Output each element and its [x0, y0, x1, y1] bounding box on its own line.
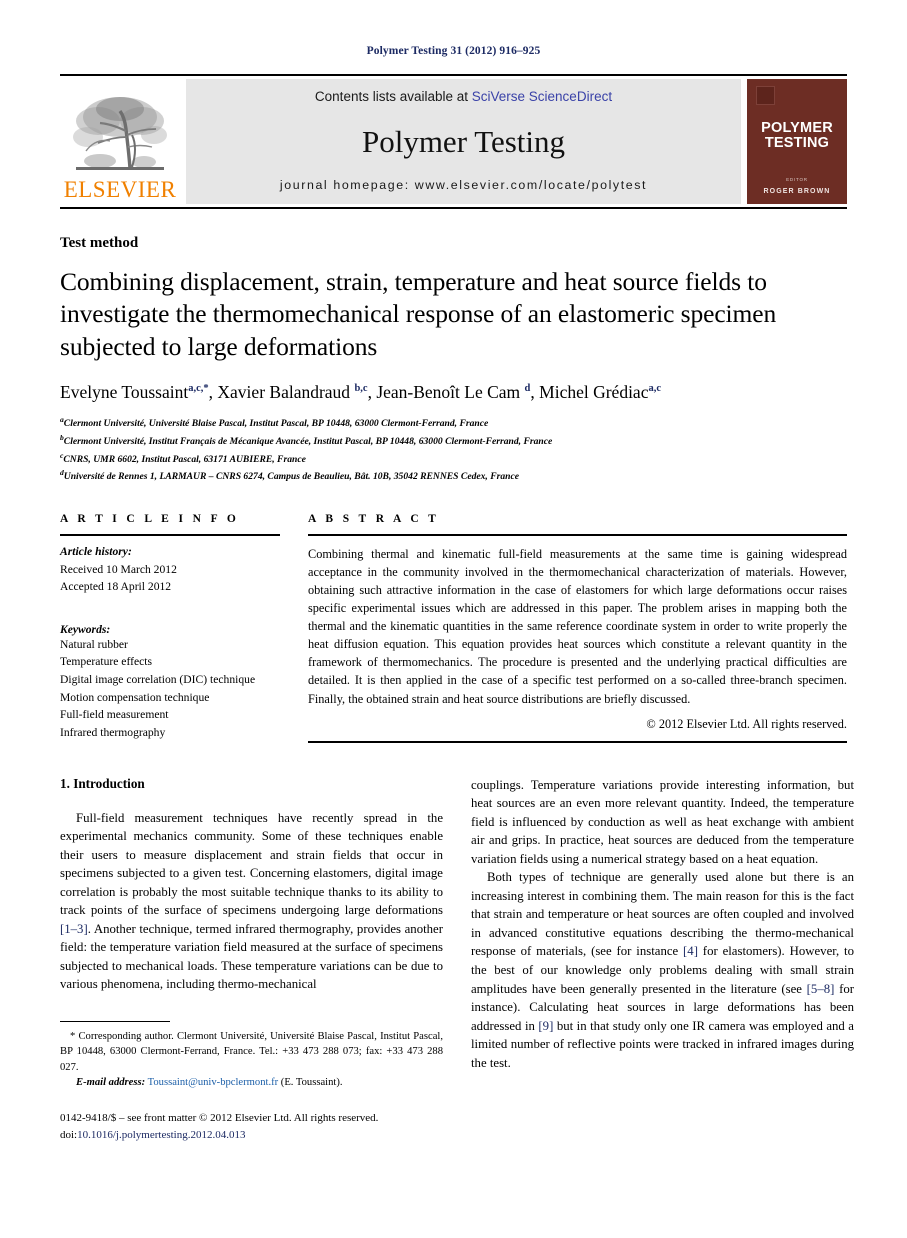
affiliation-text: Université de Rennes 1, LARMAUR – CNRS 6…	[63, 471, 520, 483]
email-suffix: (E. Toussaint).	[278, 1077, 343, 1089]
abstract-column: A B S T R A C T Combining thermal and ki…	[308, 513, 847, 743]
imprint-front-matter: 0142-9418/$ – see front matter © 2012 El…	[60, 1112, 379, 1125]
elsevier-logo: ELSEVIER	[60, 76, 180, 207]
elsevier-wordmark: ELSEVIER	[63, 177, 177, 202]
abstract-rule-top	[308, 534, 847, 536]
affiliation-text: Clermont Université, Université Blaise P…	[63, 418, 489, 430]
citation-ref-5-8[interactable]: [5–8]	[807, 982, 835, 996]
footnote-separator	[60, 1021, 170, 1023]
abstract-rule-bottom	[308, 740, 847, 743]
contents-list-prefix: Contents lists available at	[314, 89, 472, 104]
journal-cover-image: POLYMER TESTING EDITOR ROGER BROWN	[747, 79, 847, 204]
body-column-right: couplings. Temperature variations provid…	[471, 776, 854, 1144]
article-info-column: A R T I C L E I N F O Article history: R…	[60, 513, 308, 743]
citation-ref-1-3[interactable]: [1–3]	[60, 922, 88, 936]
info-abstract-region: A R T I C L E I N F O Article history: R…	[60, 513, 847, 743]
intro-text-part1: Full-field measurement techniques have r…	[60, 810, 443, 918]
imprint-block: 0142-9418/$ – see front matter © 2012 El…	[60, 1110, 443, 1143]
keywords-block: Keywords: Natural rubber Temperature eff…	[60, 623, 280, 742]
email-note: E-mail address: Toussaint@univ-bpclermon…	[60, 1075, 443, 1090]
intro-text-part2: . Another technique, termed infrared the…	[60, 921, 443, 992]
doi-label: doi:	[60, 1128, 78, 1141]
article-history-item: Accepted 18 April 2012	[60, 580, 172, 594]
keyword-item: Temperature effects	[60, 655, 152, 669]
keywords-list: Natural rubber Temperature effects Digit…	[60, 636, 280, 742]
imprint-doi-line: doi:10.1016/j.polymertesting.2012.04.013	[60, 1127, 443, 1144]
keyword-item: Digital image correlation (DIC) techniqu…	[60, 673, 256, 687]
abstract-copyright: © 2012 Elsevier Ltd. All rights reserved…	[646, 716, 847, 731]
body-columns: 1. Introduction Full-field measurement t…	[60, 776, 854, 1144]
cover-title: POLYMER TESTING	[761, 121, 833, 151]
article-history-item: Received 10 March 2012	[60, 562, 177, 576]
corresponding-author-note: * Corresponding author. Clermont Univers…	[60, 1031, 443, 1073]
citation-ref-4[interactable]: [4]	[683, 944, 698, 958]
cover-title-line2: TESTING	[764, 134, 830, 151]
keywords-label: Keywords:	[60, 622, 111, 636]
running-head: Polymer Testing 31 (2012) 916–925	[366, 45, 541, 57]
keyword-item: Infrared thermography	[60, 725, 166, 739]
page-title: Combining displacement, strain, temperat…	[60, 267, 777, 361]
body-column-left: 1. Introduction Full-field measurement t…	[60, 776, 443, 1144]
keyword-item: Natural rubber	[60, 637, 128, 651]
journal-homepage-line[interactable]: journal homepage: www.elsevier.com/locat…	[280, 178, 647, 192]
affiliation-item: dUniversité de Rennes 1, LARMAUR – CNRS …	[60, 467, 847, 485]
affiliation-item: cCNRS, UMR 6602, Institut Pascal, 63171 …	[60, 450, 847, 468]
article-page: Polymer Testing 31 (2012) 916–925 ELSEVI…	[0, 0, 907, 1238]
email-link[interactable]: Toussaint@univ-bpclermont.fr	[148, 1077, 279, 1088]
affiliation-item: aClermont Université, Université Blaise …	[60, 414, 847, 432]
doi-link[interactable]: 10.1016/j.polymertesting.2012.04.013	[77, 1129, 245, 1141]
section-heading-introduction: 1. Introduction	[60, 775, 145, 791]
footnote-block: * Corresponding author. Clermont Univers…	[60, 1029, 443, 1090]
cover-editor-name: ROGER BROWN	[763, 187, 831, 195]
affiliation-text: Clermont Université, Institut Français d…	[63, 436, 553, 448]
contents-list-line: Contents lists available at SciVerse Sci…	[315, 89, 612, 104]
affiliation-item: bClermont Université, Institut Français …	[60, 432, 847, 450]
sciencedirect-link[interactable]: SciVerse ScienceDirect	[472, 89, 612, 104]
elsevier-tree-icon	[70, 91, 170, 177]
intro-paragraph-right-2: Both types of technique are generally us…	[471, 868, 854, 1072]
intro-paragraph-left: Full-field measurement techniques have r…	[60, 809, 443, 994]
keyword-item: Full-field measurement	[60, 708, 169, 722]
article-history: Article history: Received 10 March 2012 …	[60, 543, 280, 596]
citation-ref-9[interactable]: [9]	[538, 1019, 553, 1033]
journal-title: Polymer Testing	[361, 123, 566, 159]
sciencedirect-banner: Contents lists available at SciVerse Sci…	[186, 79, 741, 204]
author-list: Evelyne Toussainta,c,*, Xavier Balandrau…	[60, 382, 662, 403]
affiliation-text: CNRS, UMR 6602, Institut Pascal, 63171 A…	[63, 453, 306, 465]
intro-paragraph-right-1: couplings. Temperature variations provid…	[471, 777, 854, 866]
article-type: Test method	[60, 235, 139, 251]
cover-title-line1: POLYMER	[761, 120, 833, 136]
affiliation-list: aClermont Université, Université Blaise …	[60, 414, 847, 485]
article-info-heading: A R T I C L E I N F O	[60, 513, 240, 525]
article-info-rule	[60, 534, 280, 536]
email-label: E-mail address:	[76, 1077, 146, 1089]
journal-masthead: ELSEVIER Contents lists available at Sci…	[60, 74, 847, 209]
keyword-item: Motion compensation technique	[60, 690, 210, 704]
abstract-text: Combining thermal and kinematic full-fie…	[308, 547, 847, 706]
abstract-heading: A B S T R A C T	[308, 513, 440, 525]
cover-publisher-mark-icon	[756, 86, 775, 105]
article-history-label: Article history:	[60, 545, 132, 558]
cover-editor-label: EDITOR	[786, 176, 808, 182]
